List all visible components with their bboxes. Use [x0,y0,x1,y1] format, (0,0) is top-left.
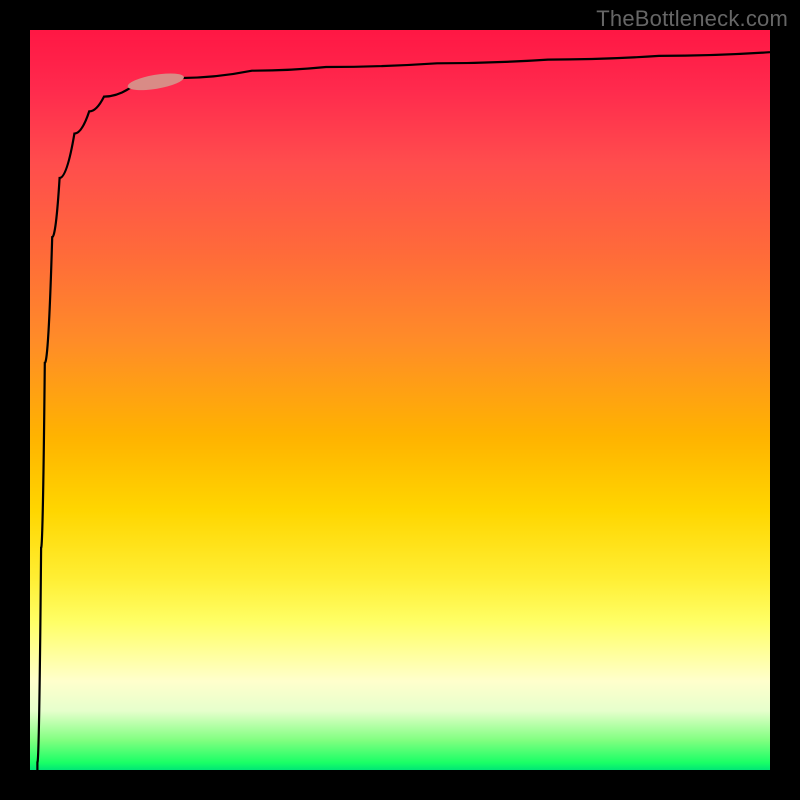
watermark-text: TheBottleneck.com [596,6,788,32]
curve-svg [30,30,770,770]
plot-area [30,30,770,770]
highlight-marker [127,70,186,93]
chart-frame: TheBottleneck.com [0,0,800,800]
bottleneck-curve [37,52,770,770]
